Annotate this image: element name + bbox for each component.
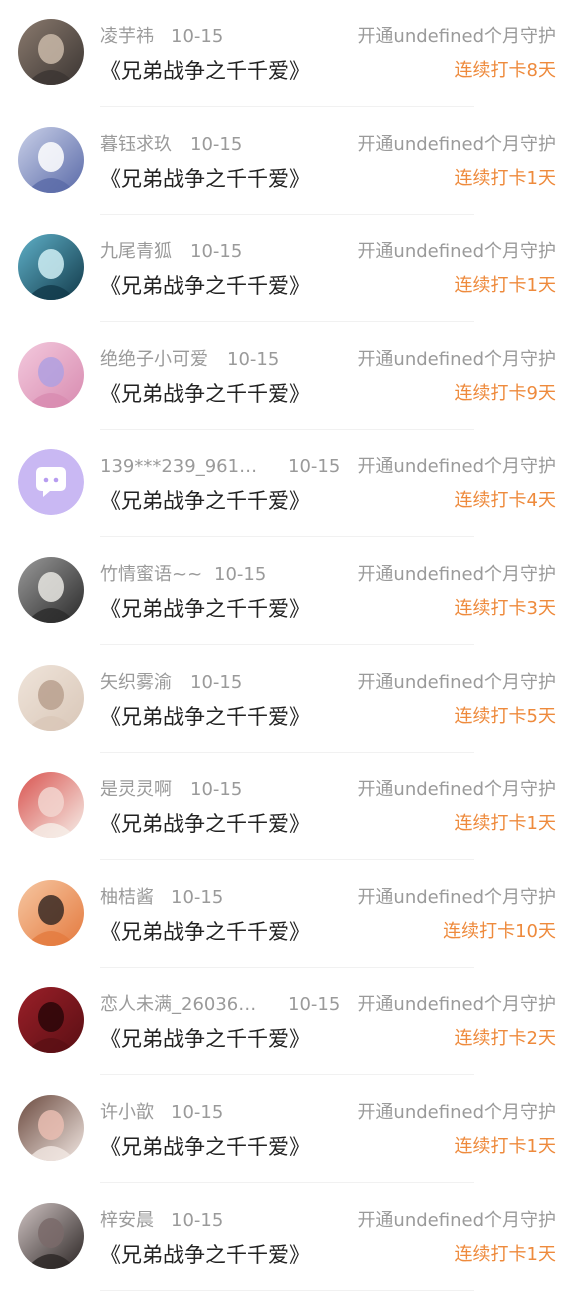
checkin-date: 10-15 (190, 241, 243, 263)
user-meta: 竹情蜜语~~ 10-15 (100, 563, 266, 587)
guard-status: 开通undefined个月守护 (357, 886, 556, 908)
user-name[interactable]: 许小歆 (100, 1101, 154, 1125)
avatar-orange-hair-icon[interactable] (18, 879, 84, 946)
checkin-list: 凌芋祎 10-15 《兄弟战争之千千爱》 开通undefined个月守护 连续打卡8天 … (0, 0, 574, 1291)
guard-status: 开通undefined个月守护 (357, 133, 556, 155)
checkin-date: 10-15 (171, 26, 224, 47)
book-title: 《兄弟战争之千千爱》 (100, 166, 310, 191)
book-title: 《兄弟战争之千千爱》 (100, 1242, 310, 1267)
guard-status: 开通undefined个月守护 (357, 1102, 556, 1123)
checkin-date: 10-15 (190, 133, 243, 155)
checkin-streak: 连续打卡5天 (454, 705, 556, 727)
checkin-date: 10-15 (288, 456, 341, 478)
checkin-streak: 连续打卡10天 (443, 920, 556, 942)
user-name[interactable]: 恋人未满_26036… (100, 993, 256, 1017)
list-item[interactable]: 恋人未满_26036… 10-15 《兄弟战争之千千爱》 开通undefined个月守… (0, 967, 574, 1076)
user-meta: 绝绝子小可爱 10-15 (100, 348, 279, 372)
checkin-date: 10-15 (171, 1102, 224, 1123)
checkin-date: 10-15 (288, 994, 341, 1016)
avatar-photo-icon[interactable] (18, 664, 84, 731)
user-name[interactable]: 绝绝子小可爱 (100, 348, 208, 372)
guard-status: 开通undefined个月守护 (357, 456, 556, 478)
user-name[interactable]: 矢织雾渝 (100, 671, 172, 695)
book-title: 《兄弟战争之千千爱》 (100, 489, 310, 514)
user-name[interactable]: 139***239_9619… (100, 455, 265, 479)
guard-status: 开通undefined个月守护 (357, 994, 556, 1016)
user-name[interactable]: 竹情蜜语~~ (100, 563, 202, 587)
checkin-streak: 连续打卡4天 (454, 490, 556, 512)
checkin-streak: 连续打卡2天 (454, 1028, 556, 1050)
checkin-streak: 连续打卡3天 (454, 598, 556, 619)
guard-status: 开通undefined个月守护 (357, 1209, 556, 1231)
user-meta: 凌芋祎 10-15 (100, 25, 223, 49)
avatar-dark-girl-icon[interactable] (18, 1202, 84, 1269)
avatar-anime-icon[interactable] (18, 126, 84, 193)
user-meta: 柚桔酱 10-15 (100, 886, 223, 910)
avatar-red-hair-icon[interactable] (18, 772, 84, 839)
list-item[interactable]: 矢织雾渝 10-15 《兄弟战争之千千爱》 开通undefined个月守护连续打卡5天 (0, 645, 574, 753)
avatar-photo-icon[interactable] (18, 19, 84, 85)
checkin-streak: 连续打卡1天 (454, 1243, 556, 1265)
guard-status: 开通undefined个月守护 (357, 671, 556, 693)
checkin-streak: 连续打卡1天 (454, 275, 556, 297)
avatar-anime-icon[interactable] (18, 557, 84, 623)
guard-status: 开通undefined个月守护 (357, 26, 556, 47)
user-name[interactable]: 是灵灵啊 (100, 778, 172, 802)
checkin-date: 10-15 (171, 1209, 224, 1231)
checkin-streak: 连续打卡1天 (454, 813, 556, 835)
user-meta: 139***239_9619… 10-15 (100, 455, 340, 479)
checkin-streak: 连续打卡1天 (454, 167, 556, 189)
book-title: 《兄弟战争之千千爱》 (100, 1027, 310, 1052)
checkin-date: 10-15 (227, 348, 280, 370)
list-item[interactable]: 九尾青狐 10-15 《兄弟战争之千千爱》 开通undefined个月守护连续打卡1天 (0, 214, 574, 323)
user-name[interactable]: 梓安晨 (100, 1209, 154, 1233)
user-meta: 恋人未满_26036… 10-15 (100, 993, 340, 1017)
book-title: 《兄弟战争之千千爱》 (100, 812, 310, 837)
user-meta: 九尾青狐 10-15 (100, 240, 242, 264)
list-item[interactable]: 139***239_9619… 10-15 《兄弟战争之千千爱》 开通undefine… (0, 429, 574, 538)
book-title: 《兄弟战争之千千爱》 (100, 274, 310, 299)
user-meta: 矢织雾渝 10-15 (100, 671, 242, 695)
avatar-pink-icon[interactable] (18, 341, 84, 408)
user-name[interactable]: 暮钰求玖 (100, 133, 172, 157)
checkin-streak: 连续打卡9天 (454, 382, 556, 404)
list-item[interactable]: 绝绝子小可爱 10-15 《兄弟战争之千千爱》 开通undefined个月守护连续打卡… (0, 322, 574, 430)
book-title: 《兄弟战争之千千爱》 (100, 1135, 310, 1159)
checkin-streak: 连续打卡8天 (454, 60, 556, 81)
user-name[interactable]: 九尾青狐 (100, 240, 172, 264)
user-name[interactable]: 凌芋祎 (100, 25, 154, 49)
list-item[interactable]: 许小歆 10-15 《兄弟战争之千千爱》 开通undefined个月守护连续打卡1天 (0, 1075, 574, 1183)
list-item[interactable]: 梓安晨 10-15 《兄弟战争之千千爱》 开通undefined个月守护连续打卡1天 (0, 1183, 574, 1291)
list-item[interactable]: 竹情蜜语~~ 10-15 《兄弟战争之千千爱》 开通undefined个月守护连续打卡… (0, 537, 574, 645)
book-title: 《兄弟战争之千千爱》 (100, 59, 310, 83)
checkin-date: 10-15 (190, 671, 243, 693)
guard-status: 开通undefined个月守护 (357, 241, 556, 263)
list-item[interactable]: 是灵灵啊 10-15 《兄弟战争之千千爱》 开通undefined个月守护连续打卡1天 (0, 752, 574, 861)
user-meta: 梓安晨 10-15 (100, 1209, 223, 1233)
user-meta: 是灵灵啊 10-15 (100, 778, 242, 802)
guard-status: 开通undefined个月守护 (357, 564, 556, 585)
list-item[interactable]: 暮钰求玖 10-15 《兄弟战争之千千爱》 开通undefined个月守护连续打卡1天 (0, 107, 574, 215)
user-name[interactable]: 柚桔酱 (100, 886, 154, 910)
user-meta: 暮钰求玖 10-15 (100, 133, 242, 157)
book-title: 《兄弟战争之千千爱》 (100, 381, 310, 406)
checkin-date: 10-15 (190, 779, 243, 801)
book-title: 《兄弟战争之千千爱》 (100, 919, 310, 944)
book-title: 《兄弟战争之千千爱》 (100, 704, 310, 729)
book-title: 《兄弟战争之千千爱》 (100, 597, 310, 621)
checkin-date: 10-15 (214, 564, 267, 585)
checkin-streak: 连续打卡1天 (454, 1136, 556, 1157)
guard-status: 开通undefined个月守护 (357, 348, 556, 370)
avatar-roses-icon[interactable] (18, 987, 84, 1054)
user-meta: 许小歆 10-15 (100, 1101, 223, 1125)
checkin-date: 10-15 (171, 886, 224, 908)
avatar-fox-icon[interactable] (18, 234, 84, 301)
guard-status: 开通undefined个月守护 (357, 779, 556, 801)
list-item[interactable]: 凌芋祎 10-15 《兄弟战争之千千爱》 开通undefined个月守护连续打卡8天 (0, 0, 574, 107)
avatar-chat-icon[interactable] (18, 449, 84, 516)
list-item[interactable]: 柚桔酱 10-15 《兄弟战争之千千爱》 开通undefined个月守护连续打卡10天 (0, 860, 574, 968)
avatar-girl-icon[interactable] (18, 1095, 84, 1161)
divider (100, 1289, 474, 1291)
